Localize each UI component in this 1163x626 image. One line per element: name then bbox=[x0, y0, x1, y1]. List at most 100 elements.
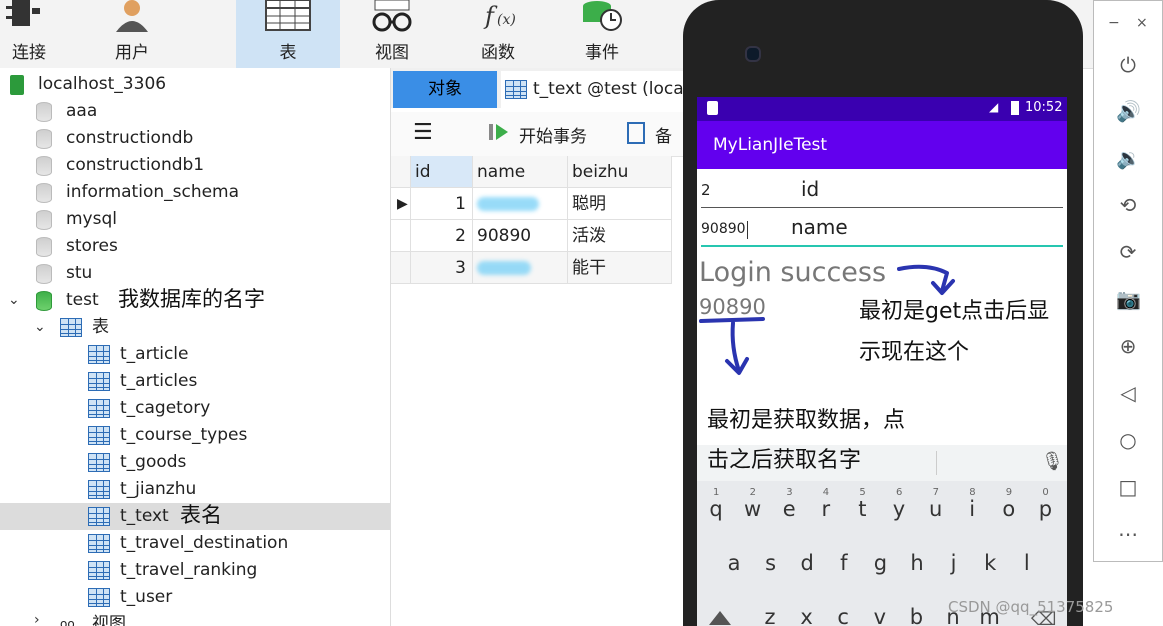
tab-t-text[interactable]: t_text @test (loca bbox=[501, 71, 683, 108]
tree-table-item[interactable]: t_goods bbox=[0, 449, 390, 476]
key-a[interactable]: a bbox=[717, 551, 751, 575]
id-input[interactable]: 2 id bbox=[701, 177, 1063, 208]
svg-text:(x): (x) bbox=[497, 12, 516, 28]
id-input-value: 2 bbox=[701, 181, 711, 199]
key-v[interactable]: v bbox=[863, 605, 897, 626]
key-c[interactable]: c bbox=[826, 605, 860, 626]
more-icon[interactable]: ⋯ bbox=[1116, 522, 1140, 546]
tree-table-item[interactable]: t_jianzhu bbox=[0, 476, 390, 503]
key-r[interactable]: 4r bbox=[809, 487, 843, 521]
key-e[interactable]: 3e bbox=[772, 487, 806, 521]
column-header-name[interactable]: name bbox=[473, 156, 568, 188]
toolbar-event-button[interactable]: 事件 bbox=[566, 0, 638, 68]
minimize-button[interactable]: − bbox=[1108, 15, 1120, 31]
key-w[interactable]: 2w bbox=[736, 487, 770, 521]
rotate-right-icon[interactable]: ⟳ bbox=[1116, 240, 1140, 264]
key-t[interactable]: 5t bbox=[845, 487, 879, 521]
toolbar-connect-button[interactable]: 连接 bbox=[0, 0, 58, 68]
database-icon bbox=[36, 210, 52, 230]
column-header-beizhu[interactable]: beizhu bbox=[568, 156, 672, 188]
tab-objects[interactable]: 对象 bbox=[393, 71, 497, 108]
tree-table-item[interactable]: t_user bbox=[0, 584, 390, 611]
tree-db-item[interactable]: constructiondb1 bbox=[0, 152, 390, 179]
key-i[interactable]: 8i bbox=[955, 487, 989, 521]
tree-table-item[interactable]: t_articles bbox=[0, 368, 390, 395]
cell-beizhu[interactable]: 聪明 bbox=[568, 188, 672, 220]
cell-name[interactable] bbox=[473, 188, 568, 220]
key-f[interactable]: f bbox=[827, 551, 861, 575]
shift-key-icon[interactable] bbox=[709, 611, 731, 625]
camera-icon[interactable]: 📷 bbox=[1116, 287, 1141, 311]
tree-db-item[interactable]: stu bbox=[0, 260, 390, 287]
tree-db-item[interactable]: aaa bbox=[0, 98, 390, 125]
cell-name[interactable]: 90890 bbox=[473, 220, 568, 252]
key-q[interactable]: 1q bbox=[699, 487, 733, 521]
key-b[interactable]: b bbox=[899, 605, 933, 626]
tree-table-label: t_articles bbox=[120, 371, 198, 391]
cell-id[interactable]: 2 bbox=[411, 220, 473, 252]
key-p[interactable]: 0p bbox=[1028, 487, 1062, 521]
key-h[interactable]: h bbox=[900, 551, 934, 575]
key-y[interactable]: 6y bbox=[882, 487, 916, 521]
tree-table-item[interactable]: t_cagetory bbox=[0, 395, 390, 422]
glasses-icon bbox=[372, 0, 412, 32]
cell-id[interactable]: 3 bbox=[411, 252, 473, 284]
overview-icon[interactable]: □ bbox=[1116, 475, 1140, 499]
name-input-value: 90890 bbox=[701, 221, 746, 237]
key-d[interactable]: d bbox=[790, 551, 824, 575]
tree-db-test[interactable]: ⌄ test 我数据库的名字 bbox=[0, 287, 390, 314]
tree-connection[interactable]: localhost_3306 bbox=[0, 71, 390, 98]
cell-beizhu[interactable]: 活泼 bbox=[568, 220, 672, 252]
key-u[interactable]: 7u bbox=[919, 487, 953, 521]
volume-up-icon[interactable]: 🔊 bbox=[1116, 99, 1141, 123]
close-button[interactable]: × bbox=[1136, 15, 1148, 31]
annotation-arrows bbox=[699, 264, 955, 375]
name-input[interactable]: 90890 name bbox=[701, 215, 1063, 247]
key-s[interactable]: s bbox=[754, 551, 788, 575]
back-icon[interactable]: ◁ bbox=[1116, 381, 1140, 405]
rotate-left-icon[interactable]: ⟲ bbox=[1116, 193, 1140, 217]
key-z[interactable]: z bbox=[753, 605, 787, 626]
key-x[interactable]: x bbox=[790, 605, 824, 626]
toolbar-table-button[interactable]: 表 bbox=[236, 0, 340, 68]
column-header-id[interactable]: id bbox=[411, 156, 473, 188]
tree-table-item[interactable]: t_travel_destination bbox=[0, 530, 390, 557]
tree-db-label: stu bbox=[66, 263, 93, 283]
volume-down-icon[interactable]: 🔉 bbox=[1116, 146, 1141, 170]
zoom-icon[interactable]: ⊕ bbox=[1116, 334, 1140, 358]
toolbar-user-button[interactable]: 用户 bbox=[96, 0, 168, 68]
tree-table-label: t_jianzhu bbox=[120, 479, 197, 499]
menu-icon[interactable]: ☰ bbox=[413, 120, 433, 145]
toolbar-view-label: 视图 bbox=[375, 43, 409, 63]
tree-db-item[interactable]: stores bbox=[0, 233, 390, 260]
key-l[interactable]: l bbox=[1010, 551, 1044, 575]
backup-button[interactable]: 备 bbox=[655, 122, 672, 147]
chevron-down-icon: ⌄ bbox=[8, 292, 20, 308]
tree-table-item[interactable]: t_article bbox=[0, 341, 390, 368]
table-subtoolbar: ☰ 开始事务 备 bbox=[391, 112, 683, 157]
tree-db-item[interactable]: mysql bbox=[0, 206, 390, 233]
key-k[interactable]: k bbox=[973, 551, 1007, 575]
power-icon[interactable]: ⏻ bbox=[1116, 53, 1140, 77]
row-indicator bbox=[391, 220, 411, 252]
tree-db-item[interactable]: constructiondb bbox=[0, 125, 390, 152]
tree-table-item[interactable]: t_course_types bbox=[0, 422, 390, 449]
mic-icon[interactable]: 🎙 bbox=[1041, 451, 1064, 472]
tree-views-folder[interactable]: › oo 视图 bbox=[0, 611, 390, 626]
key-o[interactable]: 9o bbox=[992, 487, 1026, 521]
cell-beizhu[interactable]: 能干 bbox=[568, 252, 672, 284]
cell-name[interactable] bbox=[473, 252, 568, 284]
begin-transaction-button[interactable]: 开始事务 bbox=[519, 122, 587, 147]
tree-db-item[interactable]: information_schema bbox=[0, 179, 390, 206]
key-j[interactable]: j bbox=[937, 551, 971, 575]
annotation-db-name: 我数据库的名字 bbox=[118, 287, 265, 311]
cell-id[interactable]: 1 bbox=[411, 188, 473, 220]
tree-table-item[interactable]: t_text 表名 bbox=[0, 503, 390, 530]
home-icon[interactable]: ○ bbox=[1116, 428, 1140, 452]
tree-table-item[interactable]: t_travel_ranking bbox=[0, 557, 390, 584]
key-number-hint: 4 bbox=[822, 487, 830, 498]
tree-tables-folder[interactable]: ⌄ 表 bbox=[0, 314, 390, 341]
toolbar-function-button[interactable]: f (x) 函数 bbox=[462, 0, 534, 68]
key-g[interactable]: g bbox=[863, 551, 897, 575]
toolbar-view-button[interactable]: 视图 bbox=[356, 0, 428, 68]
